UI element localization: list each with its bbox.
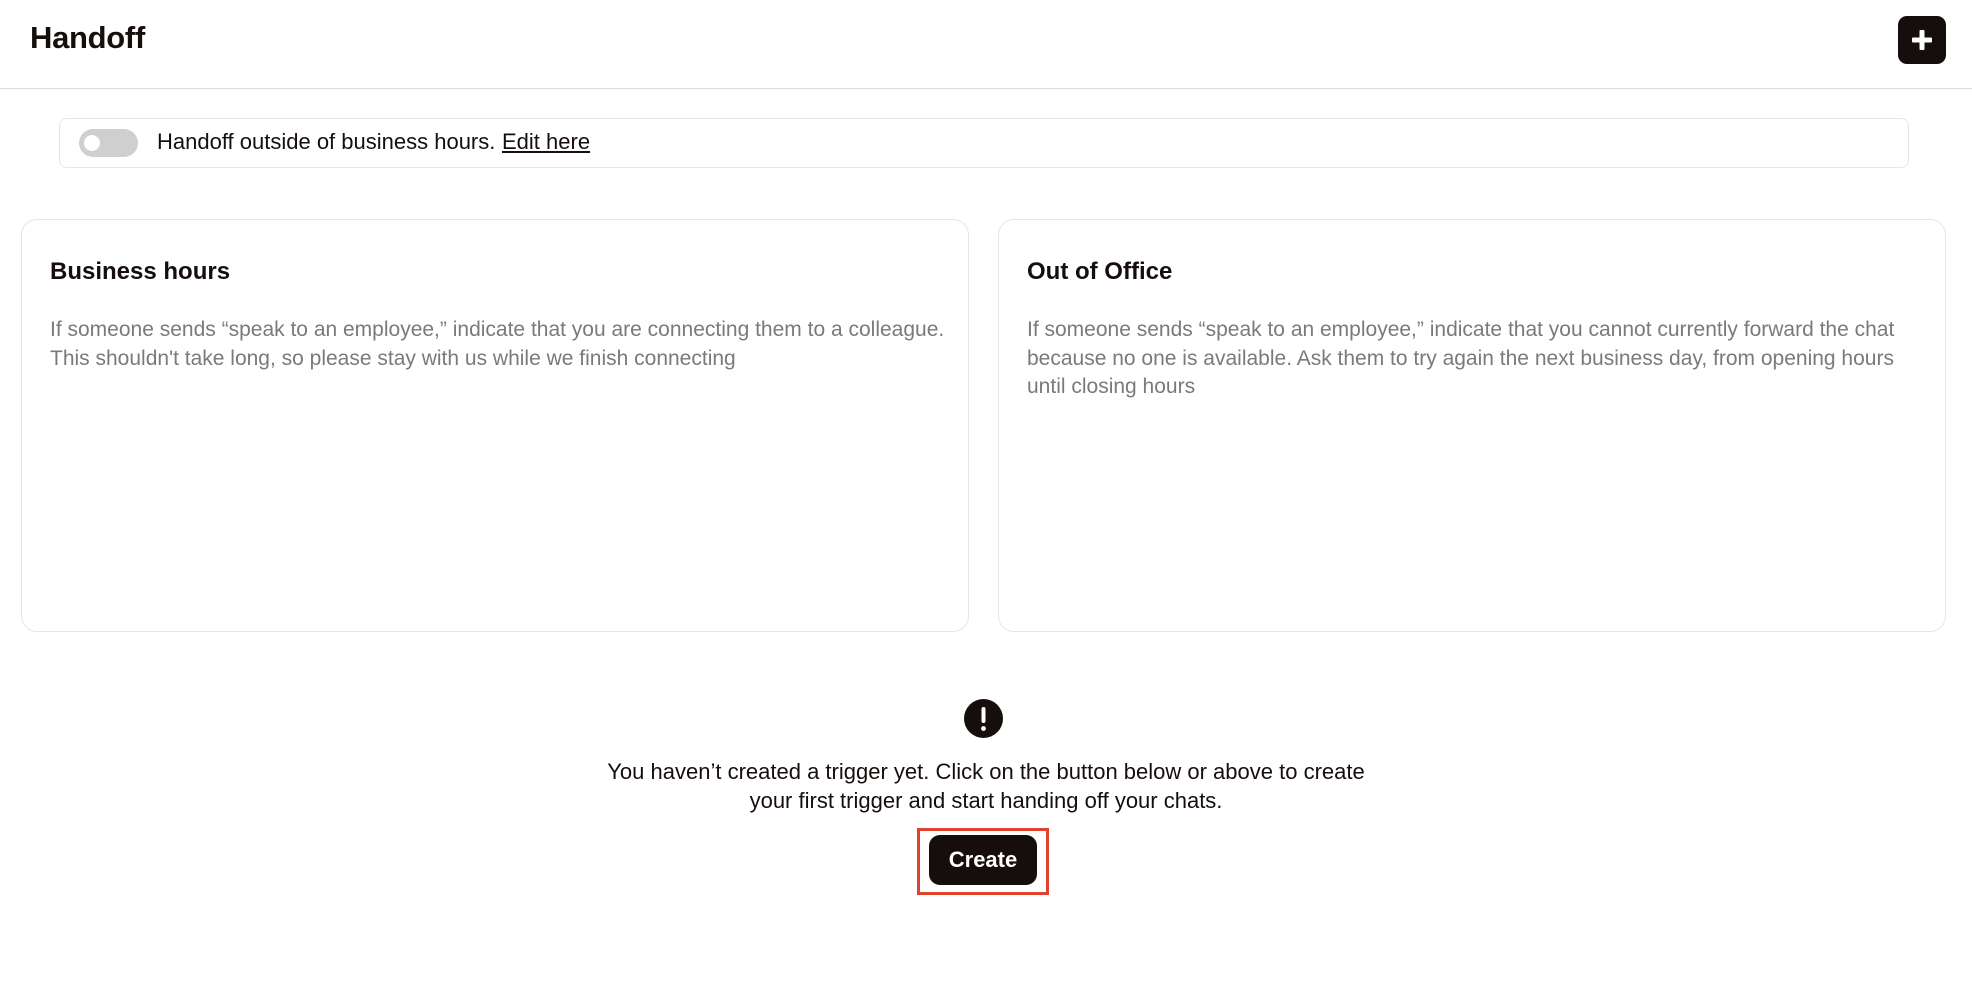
empty-state-message: You haven’t created a trigger yet. Click… — [586, 757, 1386, 815]
toggle-knob — [84, 135, 100, 151]
exclamation-icon — [964, 699, 1003, 738]
toggle-label: Handoff outside of business hours. — [157, 129, 496, 154]
card-title: Out of Office — [1027, 258, 1173, 285]
empty-state-line-1: You haven’t created a trigger yet. Click… — [607, 759, 1365, 784]
card-title: Business hours — [50, 258, 231, 285]
page-header: Handoff — [0, 0, 1972, 89]
plus-icon — [1912, 30, 1932, 50]
page-title: Handoff — [30, 20, 145, 55]
empty-state-line-2: your first trigger and start handing off… — [749, 788, 1223, 813]
business-hours-card: Business hours If someone sends “speak t… — [21, 219, 969, 632]
edit-here-link[interactable]: Edit here — [502, 129, 590, 155]
card-description: If someone sends “speak to an employee,”… — [50, 318, 945, 370]
out-of-office-card: Out of Office If someone sends “speak to… — [998, 219, 1946, 632]
handoff-outside-hours-bar: Handoff outside of business hours. Edit … — [59, 118, 1909, 168]
create-button[interactable]: Create — [929, 835, 1037, 885]
add-trigger-button[interactable] — [1898, 16, 1946, 64]
handoff-outside-hours-toggle[interactable] — [79, 129, 138, 157]
card-description: If someone sends “speak to an employee,”… — [1027, 318, 1895, 398]
